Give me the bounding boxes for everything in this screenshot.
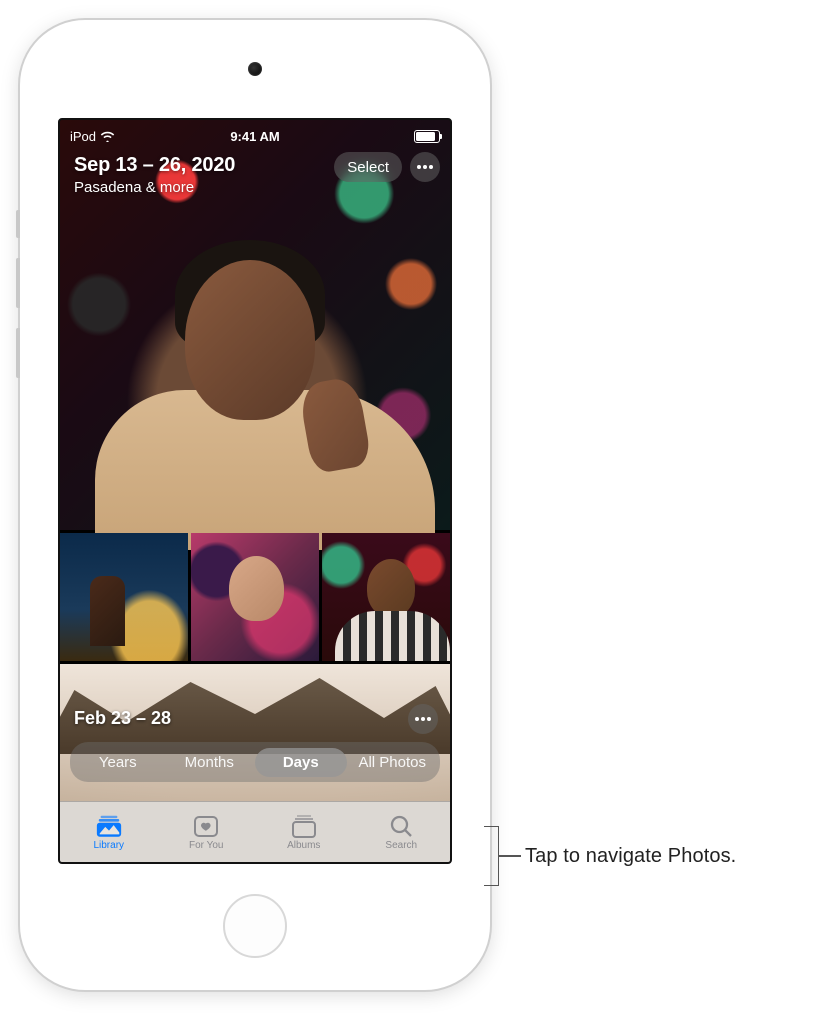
tab-label: For You — [189, 840, 223, 851]
tab-bar: Library For You — [60, 801, 450, 862]
hardware-side-buttons — [16, 210, 20, 398]
tab-albums[interactable]: Albums — [255, 802, 353, 862]
photo-thumbnail[interactable] — [322, 533, 450, 661]
more-button[interactable] — [410, 152, 440, 182]
battery-icon — [414, 130, 440, 143]
device-frame: iPod 9:41 AM Sep 13 – 26, 2020 Pasadena … — [20, 20, 490, 990]
status-carrier: iPod — [70, 129, 96, 144]
tab-library[interactable]: Library — [60, 802, 158, 862]
photo-thumbnail[interactable] — [60, 533, 188, 661]
segment-all-photos[interactable]: All Photos — [347, 748, 439, 777]
photo-thumbnail[interactable] — [191, 533, 319, 661]
segment-days[interactable]: Days — [255, 748, 347, 777]
search-icon — [387, 814, 415, 838]
tab-for-you[interactable]: For You — [158, 802, 256, 862]
for-you-icon — [192, 814, 220, 838]
tab-label: Search — [385, 840, 417, 851]
device-camera — [248, 62, 262, 76]
segment-years[interactable]: Years — [72, 748, 164, 777]
tab-label: Albums — [287, 840, 320, 851]
device-screen: iPod 9:41 AM Sep 13 – 26, 2020 Pasadena … — [58, 118, 452, 864]
segment-months[interactable]: Months — [164, 748, 256, 777]
ellipsis-icon — [417, 165, 433, 169]
hero-photo-subject — [105, 250, 445, 550]
tab-search[interactable]: Search — [353, 802, 451, 862]
home-button[interactable] — [223, 894, 287, 958]
library-icon — [95, 814, 123, 838]
wifi-icon — [100, 131, 115, 142]
more-button[interactable] — [408, 704, 438, 734]
ellipsis-icon — [415, 717, 431, 721]
status-bar: iPod 9:41 AM — [60, 120, 450, 148]
status-time: 9:41 AM — [230, 129, 279, 144]
section-photo[interactable]: Feb 23 – 28 Years Months Days All Photos — [60, 664, 450, 802]
callout-text: Tap to navigate Photos. — [525, 845, 736, 868]
callout-annotation: Tap to navigate Photos. — [484, 826, 736, 886]
view-segmented-control: Years Months Days All Photos — [70, 742, 440, 782]
thumbnail-row — [60, 533, 450, 661]
tab-label: Library — [93, 840, 124, 851]
section-date-range[interactable]: Feb 23 – 28 — [74, 708, 171, 729]
select-button[interactable]: Select — [334, 152, 402, 182]
albums-icon — [290, 814, 318, 838]
